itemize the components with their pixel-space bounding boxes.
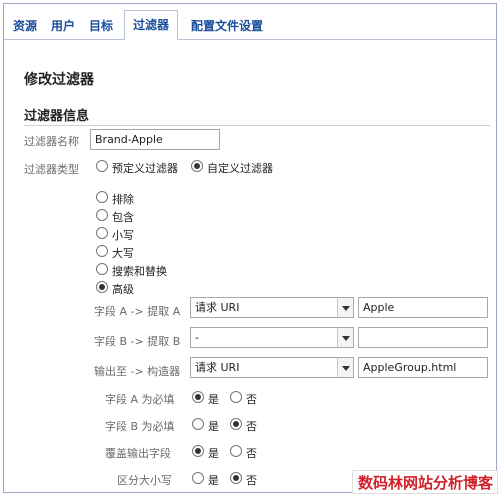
lowercase-label: 小写 — [112, 229, 134, 242]
tab-content: 修改过滤器 过滤器信息 过滤器名称 Brand-Apple 过滤器类型 预定义过… — [4, 41, 496, 492]
field-b-required-no-radio[interactable] — [230, 418, 242, 430]
exclude-radio[interactable] — [96, 191, 108, 203]
advanced-label: 高级 — [112, 283, 134, 296]
field-b-input[interactable] — [358, 327, 488, 348]
filter-name-input[interactable]: Brand-Apple — [90, 129, 220, 150]
filter-name-label: 过滤器名称 — [24, 135, 79, 148]
field-b-label: 字段 B -> 提取 B — [94, 335, 181, 348]
tab-filters[interactable]: 过滤器 — [124, 10, 178, 41]
no-label: 否 — [246, 393, 257, 406]
no-label: 否 — [246, 447, 257, 460]
include-label: 包含 — [112, 211, 134, 224]
field-a-required-label: 字段 A 为必填 — [105, 393, 175, 406]
field-a-required-no-radio[interactable] — [230, 391, 242, 403]
section-title: 过滤器信息 — [24, 109, 90, 124]
case-sensitive-label: 区分大小写 — [117, 474, 172, 487]
search-replace-label: 搜索和替换 — [112, 265, 167, 278]
override-output-yes-radio[interactable] — [192, 445, 204, 457]
advanced-radio[interactable] — [96, 281, 108, 293]
yes-label: 是 — [208, 393, 219, 406]
output-input[interactable]: AppleGroup.html — [358, 357, 488, 378]
field-a-required-yes-radio[interactable] — [192, 391, 204, 403]
exclude-label: 排除 — [112, 193, 134, 206]
filter-type-label: 过滤器类型 — [24, 163, 79, 176]
chevron-down-icon — [337, 358, 353, 377]
section-divider — [24, 125, 490, 126]
tab-resources[interactable]: 资源 — [10, 12, 40, 40]
custom-filter-label: 自定义过滤器 — [207, 162, 273, 175]
yes-label: 是 — [208, 447, 219, 460]
custom-filter-radio[interactable] — [191, 160, 203, 172]
uppercase-label: 大写 — [112, 247, 134, 260]
blog-watermark: 数码林网站分析博客 — [352, 470, 498, 494]
predefined-filter-radio[interactable] — [96, 160, 108, 172]
field-b-select[interactable]: - — [190, 327, 354, 348]
field-a-select-value: 请求 URI — [195, 301, 240, 314]
output-select-value: 请求 URI — [195, 361, 240, 374]
lowercase-radio[interactable] — [96, 227, 108, 239]
yes-label: 是 — [208, 420, 219, 433]
case-sensitive-no-radio[interactable] — [230, 472, 242, 484]
case-sensitive-yes-radio[interactable] — [192, 472, 204, 484]
no-label: 否 — [246, 474, 257, 487]
predefined-filter-label: 预定义过滤器 — [112, 162, 178, 175]
filter-settings-panel: 资源 用户 目标 过滤器 配置文件设置 修改过滤器 过滤器信息 过滤器名称 Br… — [3, 3, 497, 493]
tab-profile-settings[interactable]: 配置文件设置 — [186, 12, 268, 40]
page-title: 修改过滤器 — [24, 72, 94, 88]
field-b-select-value: - — [195, 331, 199, 344]
include-radio[interactable] — [96, 209, 108, 221]
override-output-no-radio[interactable] — [230, 445, 242, 457]
override-output-label: 覆盖输出字段 — [105, 447, 171, 460]
uppercase-radio[interactable] — [96, 245, 108, 257]
search-replace-radio[interactable] — [96, 263, 108, 275]
field-a-input[interactable]: Apple — [358, 297, 488, 318]
chevron-down-icon — [337, 328, 353, 347]
no-label: 否 — [246, 420, 257, 433]
output-label: 输出至 -> 构造器 — [94, 365, 181, 378]
yes-label: 是 — [208, 474, 219, 487]
chevron-down-icon — [337, 298, 353, 317]
tab-users[interactable]: 用户 — [48, 12, 78, 40]
output-select[interactable]: 请求 URI — [190, 357, 354, 378]
tab-goals[interactable]: 目标 — [86, 12, 116, 40]
field-b-required-yes-radio[interactable] — [192, 418, 204, 430]
field-b-required-label: 字段 B 为必填 — [105, 420, 175, 433]
tab-bar: 资源 用户 目标 过滤器 配置文件设置 — [4, 4, 496, 41]
field-a-select[interactable]: 请求 URI — [190, 297, 354, 318]
field-a-label: 字段 A -> 提取 A — [94, 305, 181, 318]
